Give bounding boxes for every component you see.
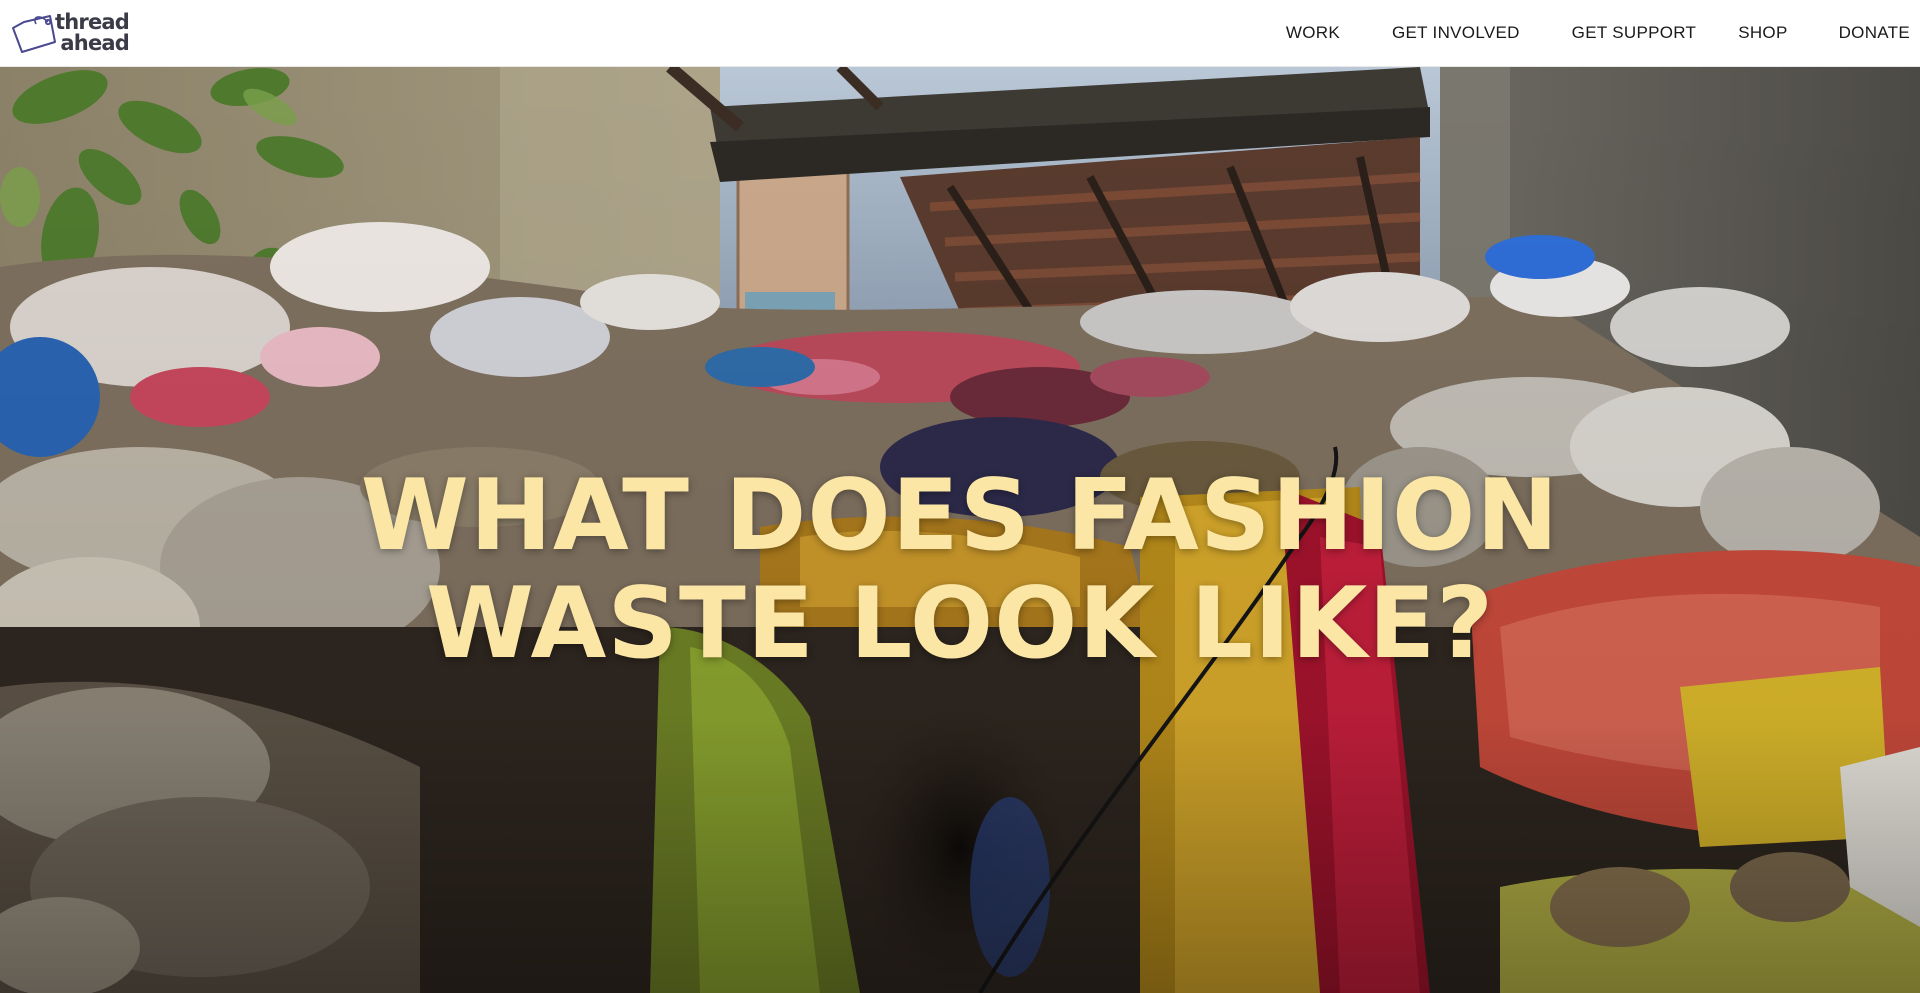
logo-link[interactable]: thread ahead (10, 5, 130, 61)
nav-shop[interactable]: SHOP (1738, 17, 1787, 49)
main-nav: WORK GET INVOLVED GET SUPPORT SHOP DONAT… (1286, 0, 1910, 67)
tag-icon (12, 15, 56, 53)
hero-section: WHAT DOES FASHION WASTE LOOK LIKE? (0, 67, 1920, 993)
logo-wordmark: thread ahead (55, 10, 130, 55)
nav-get-involved[interactable]: GET INVOLVED (1392, 17, 1520, 49)
logo-line-1: thread (55, 10, 130, 34)
hero-title-line-2: WASTE LOOK LIKE? (425, 567, 1495, 681)
nav-donate[interactable]: DONATE (1839, 17, 1910, 49)
hero-title-line-1: WHAT DOES FASHION (360, 459, 1560, 573)
nav-work[interactable]: WORK (1286, 17, 1340, 49)
nav-get-support[interactable]: GET SUPPORT (1572, 17, 1697, 49)
site-header: thread ahead WORK GET INVOLVED GET SUPPO… (0, 0, 1920, 67)
hero-title: WHAT DOES FASHION WASTE LOOK LIKE? (0, 462, 1920, 678)
logo-line-2: ahead (60, 31, 129, 55)
